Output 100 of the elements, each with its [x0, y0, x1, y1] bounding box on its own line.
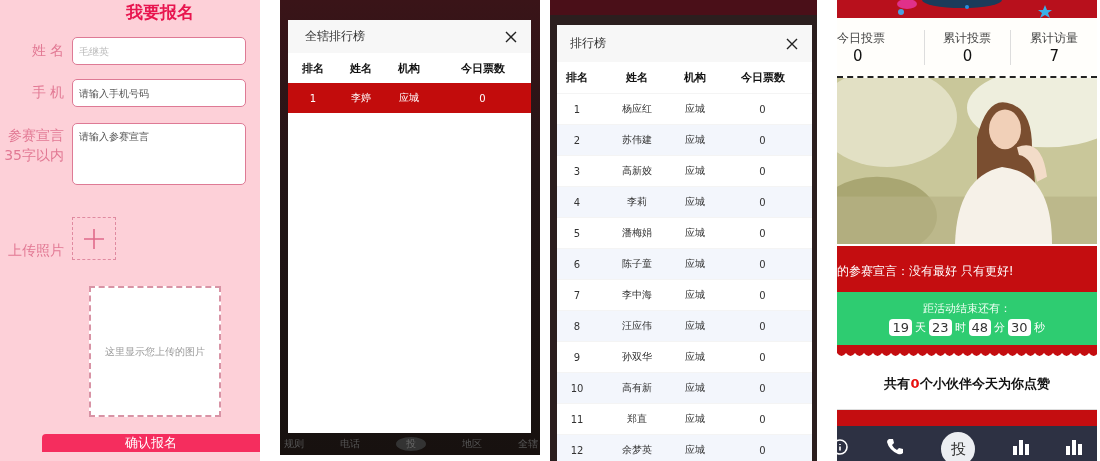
table-cell: 孙双华	[622, 350, 652, 364]
table-cell: 0	[759, 258, 766, 270]
table-cell: 0	[759, 351, 766, 363]
table-cell: 郑直	[627, 412, 647, 426]
input-field[interactable]: 请输入手机号码	[72, 79, 246, 107]
table-cell: 0	[759, 413, 766, 425]
modal-title: 排行榜	[570, 35, 606, 52]
table-cell: 汪应伟	[622, 319, 652, 333]
table-cell: 1	[573, 103, 581, 115]
stat-value: 7	[1049, 46, 1059, 65]
textarea-field[interactable]: 请输入参赛宣言	[72, 123, 246, 185]
countdown-value: 30	[1008, 319, 1031, 336]
page-title: 我要报名	[126, 1, 194, 23]
input-field[interactable]: 毛继英	[72, 37, 246, 65]
bar-chart-icon[interactable]	[1065, 439, 1083, 455]
bar-chart-icon[interactable]	[1012, 439, 1030, 455]
table-cell: 潘梅娟	[622, 226, 652, 240]
nav-label[interactable]: 电话	[340, 437, 360, 451]
table-cell: 0	[759, 134, 766, 146]
table-cell: 应城	[685, 195, 705, 209]
close-icon[interactable]	[505, 30, 517, 43]
countdown-value: 19	[889, 319, 912, 336]
countdown-label: 距活动结束还有：	[923, 301, 1011, 316]
preview-text: 这里显示您上传的图片	[105, 344, 205, 359]
info-icon[interactable]	[837, 438, 851, 456]
table-cell: 9	[573, 351, 581, 363]
column-header: 机构	[398, 60, 420, 76]
stat-value: 0	[853, 46, 863, 65]
table-cell: 余梦英	[622, 443, 652, 457]
column-header: 排名	[302, 60, 324, 76]
table-cell: 应城	[685, 257, 705, 271]
field-label: 姓 名	[31, 42, 64, 58]
stat-value: 0	[962, 46, 973, 65]
table-cell: 0	[759, 382, 766, 394]
stat-label: 累计投票	[943, 29, 992, 47]
table-cell: 6	[573, 258, 581, 270]
table-cell: 0	[759, 227, 766, 239]
table-cell: 2	[573, 134, 581, 146]
field-label: 手 机	[31, 84, 64, 100]
modal-title: 全辖排行榜	[305, 28, 365, 45]
table-cell: 陈子童	[622, 257, 652, 271]
phone-icon[interactable]	[886, 438, 904, 456]
table-cell: 应城	[685, 381, 705, 395]
field-label: 上传照片	[8, 242, 64, 258]
table-cell: 高新姣	[622, 164, 652, 178]
stat-label: 累计访量	[1030, 29, 1079, 47]
countdown-value: 48	[968, 319, 992, 336]
column-header: 姓名	[350, 60, 372, 76]
table-cell: 高有新	[622, 381, 652, 395]
vote-button[interactable]: 投	[939, 430, 977, 461]
table-cell: 应城	[685, 164, 705, 178]
column-header: 今日票数	[740, 70, 785, 85]
table-cell: 应城	[685, 102, 705, 116]
table-cell: 5	[573, 227, 581, 239]
slogan-text: 的参赛宣言：没有最好 只有更好!	[837, 262, 1014, 280]
table-cell: 苏伟建	[622, 133, 652, 147]
table-cell: 李婷	[351, 91, 371, 105]
submit-button[interactable]: 确认报名	[42, 434, 260, 452]
plus-icon	[83, 227, 105, 250]
column-header: 姓名	[626, 70, 648, 85]
table-cell: 4	[573, 196, 581, 208]
column-header: 排名	[566, 70, 588, 85]
table-cell: 应城	[685, 412, 705, 426]
table-cell: 0	[759, 444, 766, 456]
table-cell: 12	[570, 444, 584, 456]
table-cell: 0	[759, 103, 766, 115]
table-cell: 1	[309, 92, 317, 104]
countdown-unit: 时	[954, 320, 966, 335]
countdown-unit: 秒	[1033, 320, 1045, 335]
table-cell: 8	[573, 320, 581, 332]
table-cell: 0	[759, 320, 766, 332]
column-header: 机构	[684, 70, 706, 85]
table-cell: 应城	[399, 91, 419, 105]
table-cell: 0	[759, 289, 766, 301]
countdown-unit: 天	[914, 320, 926, 335]
field-hint: 35字以内	[4, 146, 64, 165]
table-cell: 应城	[685, 288, 705, 302]
table-cell: 应城	[685, 443, 705, 457]
table-cell: 11	[570, 413, 584, 425]
field-label: 参赛宣言	[8, 126, 64, 145]
nav-label[interactable]: 地区	[462, 437, 482, 451]
table-cell: 0	[759, 165, 766, 177]
table-cell: 0	[479, 92, 486, 104]
table-cell: 李莉	[627, 195, 647, 209]
table-cell: 杨应红	[622, 102, 652, 116]
close-icon[interactable]	[786, 37, 798, 50]
table-cell: 应城	[685, 133, 705, 147]
likes-text: 共有0个小伙伴今天为你点赞	[884, 375, 1050, 393]
table-cell: 应城	[685, 226, 705, 240]
table-cell: 7	[573, 289, 581, 301]
table-cell: 应城	[685, 350, 705, 364]
nav-label[interactable]: 全辖	[518, 437, 538, 451]
stat-label: 今日投票	[837, 29, 885, 47]
countdown-value: 23	[928, 319, 952, 336]
table-cell: 3	[573, 165, 581, 177]
table-cell: 0	[759, 196, 766, 208]
countdown-unit: 分	[994, 320, 1006, 335]
table-cell: 李中海	[622, 288, 652, 302]
column-header: 今日票数	[460, 60, 505, 76]
table-cell: 应城	[685, 319, 705, 333]
